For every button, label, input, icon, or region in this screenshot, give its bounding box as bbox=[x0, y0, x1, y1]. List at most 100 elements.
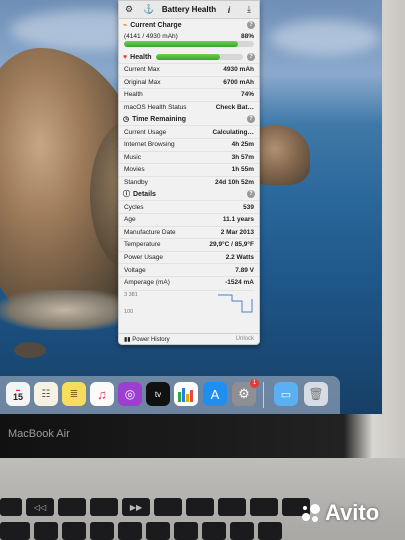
calendar-day: 15 bbox=[12, 391, 23, 402]
stat-row: Amperage (mA) -1524 mA bbox=[119, 275, 259, 289]
stat-label: Health bbox=[124, 91, 143, 99]
stat-row: Music 3h 57m bbox=[119, 150, 259, 164]
key bbox=[218, 498, 246, 516]
stat-value: 539 bbox=[243, 203, 254, 211]
stat-label: Internet Browsing bbox=[124, 141, 175, 149]
keyboard: ◁◁ ▶▶ bbox=[0, 458, 405, 540]
current-charge-percent: 88% bbox=[240, 32, 254, 40]
health-bar-fill bbox=[155, 54, 221, 60]
stat-label: Age bbox=[124, 216, 136, 224]
stat-label: macOS Health Status bbox=[124, 104, 187, 112]
notification-badge: 1 bbox=[250, 379, 259, 388]
stat-row: Power Usage 2.2 Watts bbox=[119, 250, 259, 264]
help-icon[interactable]: ? bbox=[247, 21, 255, 29]
stat-value: 29,9°C / 85,9°F bbox=[209, 241, 254, 249]
current-charge-label: Current Charge bbox=[130, 21, 182, 29]
key bbox=[230, 522, 254, 540]
key bbox=[146, 522, 170, 540]
music-icon[interactable]: ♫ bbox=[90, 382, 114, 406]
power-history-graph: 3 381 100 bbox=[124, 289, 254, 315]
stat-label: Current Max bbox=[124, 66, 160, 74]
key bbox=[258, 522, 282, 540]
details-rows: Cycles 539 Age 11.1 years Manufacture Date 2 … bbox=[119, 200, 259, 288]
stat-label: Voltage bbox=[124, 266, 146, 274]
stat-row: Current Usage Calculating… bbox=[119, 125, 259, 138]
stat-value: 11.1 years bbox=[222, 216, 254, 224]
key bbox=[202, 522, 226, 540]
stat-value: 24d 10h 52m bbox=[214, 179, 254, 187]
download-icon[interactable]: ⤓ bbox=[242, 4, 256, 16]
stat-value: Check Bat… bbox=[215, 104, 254, 112]
help-icon[interactable]: ? bbox=[247, 115, 255, 124]
stat-value: 2 Mar 2013 bbox=[220, 228, 254, 236]
heart-icon: ♥ bbox=[123, 53, 128, 61]
panel-footer: ▮▮ Power History Unlock bbox=[119, 333, 259, 344]
stat-value: 3h 57m bbox=[231, 153, 254, 161]
details-header: ⓘ Details ? bbox=[119, 188, 259, 200]
current-charge-row: (4141 / 4930 mAh) 88% bbox=[119, 31, 259, 41]
key bbox=[34, 522, 58, 540]
stat-row: Standby 24d 10h 52m bbox=[119, 175, 259, 189]
unlock-button[interactable]: Unlock bbox=[236, 336, 254, 342]
health-rows: Current Max 4930 mAh Original Max 6700 mAh H… bbox=[119, 63, 259, 113]
apple-tv-icon[interactable]: tv bbox=[146, 382, 170, 406]
system-preferences-icon[interactable]: ⚙ 1 bbox=[232, 379, 259, 406]
key bbox=[62, 522, 86, 540]
graph-bottom-label: 100 bbox=[124, 308, 134, 315]
reminders-icon[interactable]: ☷ bbox=[34, 382, 58, 406]
stat-row: Cycles 539 bbox=[119, 200, 259, 213]
key bbox=[0, 522, 30, 540]
dock-separator bbox=[263, 382, 264, 408]
wallpaper-shore bbox=[0, 290, 130, 330]
health-header: ♥ Health ? bbox=[119, 51, 259, 63]
gear-icon[interactable]: ⚙ bbox=[122, 4, 136, 16]
power-history-link[interactable]: ▮▮ Power History bbox=[124, 336, 170, 343]
stat-value: 2.2 Watts bbox=[225, 254, 254, 262]
stat-value: 6700 mAh bbox=[223, 78, 254, 86]
dock: ▬ 15 ☷ ≣ ♫ ◎ tv A ⚙ 1 ▭ 🗑 bbox=[0, 376, 340, 414]
graph-line bbox=[218, 294, 253, 312]
podcasts-icon[interactable]: ◎ bbox=[118, 382, 142, 406]
anchor-icon[interactable]: ⚓ bbox=[142, 4, 156, 16]
stat-label: Music bbox=[124, 153, 141, 161]
app-store-icon[interactable]: A bbox=[203, 382, 227, 406]
help-icon[interactable]: ? bbox=[247, 190, 255, 199]
avito-logo-icon bbox=[302, 504, 320, 522]
numbers-icon[interactable] bbox=[174, 382, 198, 406]
folder-icon[interactable]: ▭ bbox=[274, 382, 298, 406]
panel-toolbar: ⚙ ⚓ Battery Health i ⤓ bbox=[119, 1, 259, 19]
graph-top-label: 3 381 bbox=[124, 291, 138, 298]
stat-row: Age 11.1 years bbox=[119, 212, 259, 226]
stat-value: 4930 mAh bbox=[223, 66, 254, 74]
details-label: Details bbox=[133, 190, 156, 198]
cloud bbox=[270, 20, 380, 55]
key bbox=[250, 498, 278, 516]
stat-row: Current Max 4930 mAh bbox=[119, 63, 259, 76]
key bbox=[90, 522, 114, 540]
charge-bar bbox=[124, 41, 254, 47]
stat-label: Manufacture Date bbox=[124, 228, 176, 236]
trash-icon[interactable]: 🗑 bbox=[304, 382, 328, 406]
info-icon[interactable]: i bbox=[222, 4, 236, 16]
notes-icon[interactable]: ≣ bbox=[62, 382, 86, 406]
key bbox=[90, 498, 118, 516]
wallpaper-rock-small bbox=[14, 342, 46, 358]
stat-label: Standby bbox=[124, 179, 148, 187]
stat-row: Movies 1h 55m bbox=[119, 163, 259, 176]
clock-icon: ◷ bbox=[123, 116, 130, 124]
stat-label: Current Usage bbox=[124, 128, 167, 136]
stat-row: Voltage 7.89 V bbox=[119, 263, 259, 276]
stat-value: 1h 55m bbox=[231, 166, 254, 174]
key bbox=[0, 498, 22, 516]
stat-value: 74% bbox=[240, 91, 254, 99]
stat-value: Calculating… bbox=[212, 128, 254, 136]
calendar-icon[interactable]: ▬ 15 bbox=[6, 382, 30, 406]
time-remaining-rows: Current Usage Calculating… Internet Browsi… bbox=[119, 125, 259, 188]
stat-label: Power Usage bbox=[124, 254, 164, 262]
key: ◁◁ bbox=[26, 498, 54, 516]
battery-health-panel: ⚙ ⚓ Battery Health i ⤓ ⌁ Current Charge … bbox=[118, 0, 260, 345]
stat-label: Original Max bbox=[124, 78, 161, 86]
key bbox=[154, 498, 182, 516]
avito-watermark: Avito bbox=[325, 500, 380, 525]
help-icon[interactable]: ? bbox=[247, 53, 255, 61]
